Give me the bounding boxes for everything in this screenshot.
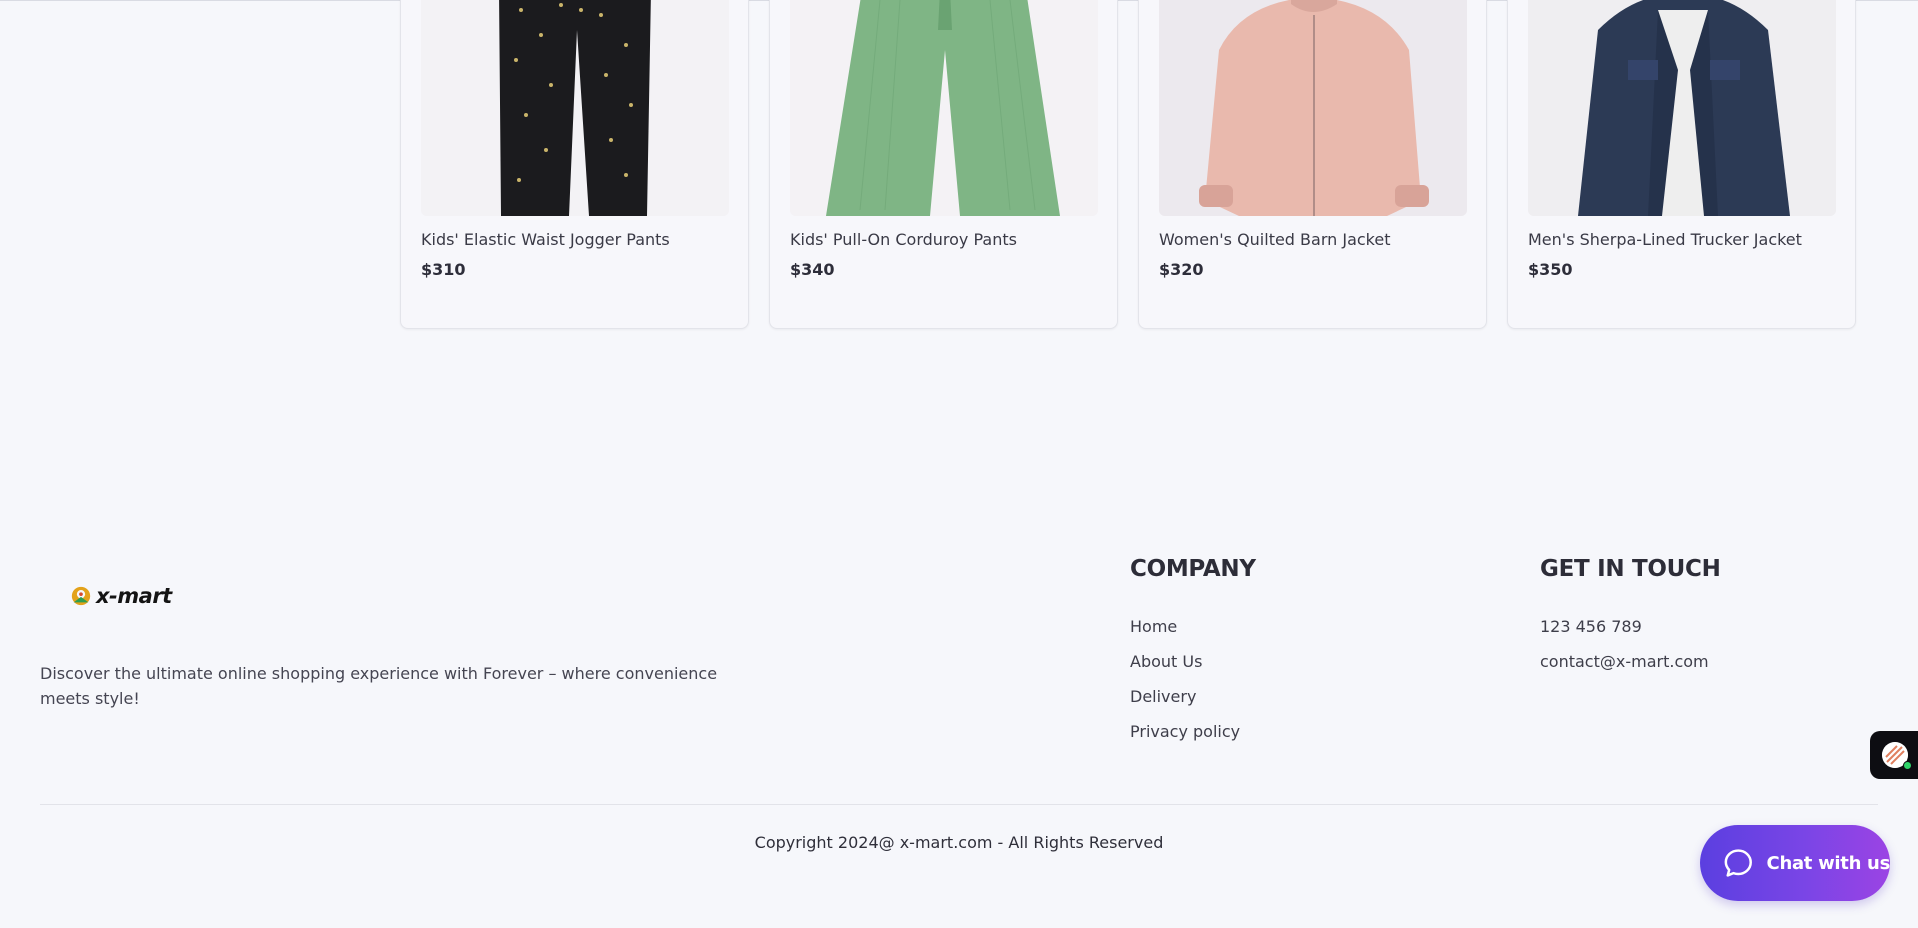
chat-with-us-button[interactable]: Chat with us [1700, 825, 1890, 901]
footer-tagline: Discover the ultimate online shopping ex… [40, 664, 718, 708]
product-price: $310 [421, 260, 466, 279]
product-name[interactable]: Kids' Elastic Waist Jogger Pants [421, 230, 670, 249]
footer-link-about-us[interactable]: About Us [1130, 651, 1240, 686]
product-image[interactable] [1159, 0, 1467, 216]
contact-list: 123 456 789 contact@x-mart.com [1540, 616, 1709, 686]
product-image[interactable] [790, 0, 1098, 216]
logo-icon [71, 586, 91, 606]
product-card[interactable]: Women's Quilted Barn Jacket $320 [1138, 0, 1487, 329]
product-image[interactable] [421, 0, 729, 216]
product-price: $340 [790, 260, 835, 279]
contact-phone: 123 456 789 [1540, 617, 1642, 636]
product-name[interactable]: Kids' Pull-On Corduroy Pants [790, 230, 1017, 249]
product-price: $350 [1528, 260, 1573, 279]
side-widget[interactable] [1870, 731, 1918, 779]
product-price: $320 [1159, 260, 1204, 279]
chat-label: Chat with us [1766, 852, 1891, 874]
company-heading: COMPANY [1130, 556, 1256, 582]
contact-email: contact@x-mart.com [1540, 652, 1709, 671]
product-name[interactable]: Women's Quilted Barn Jacket [1159, 230, 1390, 249]
product-image[interactable] [1528, 0, 1836, 216]
online-indicator [1903, 761, 1912, 770]
product-card[interactable]: Kids' Elastic Waist Jogger Pants $310 [400, 0, 749, 329]
logo-text: x-mart [96, 584, 172, 608]
product-grid: Kids' Elastic Waist Jogger Pants $310 Ki… [400, 0, 1856, 329]
product-name[interactable]: Men's Sherpa-Lined Trucker Jacket [1528, 230, 1802, 249]
footer-logo[interactable]: x-mart [70, 584, 172, 608]
product-card[interactable]: Men's Sherpa-Lined Trucker Jacket $350 [1507, 0, 1856, 329]
footer-divider [40, 804, 1878, 805]
company-links: Home About Us Delivery Privacy policy [1130, 616, 1240, 756]
copyright-text: Copyright 2024@ x-mart.com - All Rights … [754, 833, 1164, 852]
product-card[interactable]: Kids' Pull-On Corduroy Pants $340 [769, 0, 1118, 329]
get-in-touch-heading: GET IN TOUCH [1540, 556, 1721, 582]
footer-link-privacy-policy[interactable]: Privacy policy [1130, 721, 1240, 756]
chat-bubble-icon [1724, 849, 1752, 877]
footer-link-delivery[interactable]: Delivery [1130, 686, 1240, 721]
footer-link-home[interactable]: Home [1130, 616, 1240, 651]
